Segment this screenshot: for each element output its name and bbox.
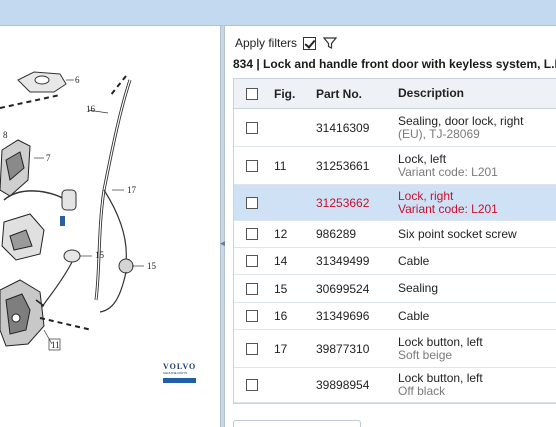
row-checkbox[interactable] xyxy=(246,121,258,134)
volvo-logo: VOLVO GENUINE PARTS xyxy=(163,363,199,393)
row-description-sub: Variant code: L201 xyxy=(398,164,498,179)
callout-15a: 15 xyxy=(95,250,105,260)
row-description: Lock, right Variant code: L201 xyxy=(394,188,556,216)
row-part-no[interactable]: 986289 xyxy=(312,227,394,241)
row-description-main: Cable xyxy=(398,308,430,323)
row-select[interactable] xyxy=(234,228,270,240)
row-checkbox[interactable] xyxy=(246,228,258,240)
row-description-main: Sealing xyxy=(398,281,439,295)
parts-table: Fig. Part No. Description 31416309 Sealin… xyxy=(233,78,556,404)
header-fig[interactable]: Fig. xyxy=(270,87,312,101)
apply-filters-checkbox[interactable] xyxy=(303,36,317,50)
callout-7: 7 xyxy=(46,153,51,163)
table-header: Fig. Part No. Description xyxy=(234,79,556,109)
row-fig: 15 xyxy=(274,281,288,296)
callout-16: 16 xyxy=(86,104,96,114)
row-checkbox[interactable] xyxy=(246,282,258,295)
row-fig: 17 xyxy=(274,341,288,356)
row-select[interactable] xyxy=(234,121,270,134)
row-select[interactable] xyxy=(234,196,270,209)
apply-filters-label: Apply filters xyxy=(235,36,298,50)
row-fig: 16 xyxy=(274,309,288,323)
row-select[interactable] xyxy=(234,379,270,391)
select-all-checkbox[interactable] xyxy=(246,87,258,100)
volvo-logo-bar xyxy=(163,378,196,383)
row-part-no[interactable]: 30699524 xyxy=(312,282,394,296)
row-checkbox[interactable] xyxy=(246,196,258,209)
row-fig: 12 xyxy=(274,227,288,241)
header-part-no[interactable]: Part No. xyxy=(312,87,394,101)
row-description: Sealing, door lock, right (EU), TJ-28069 xyxy=(394,113,556,141)
callout-6: 6 xyxy=(75,75,80,85)
table-row[interactable]: 14 31349499 Cable xyxy=(234,248,556,275)
table-row[interactable]: 11 31253661 Lock, left Variant code: L201 xyxy=(234,147,556,185)
group-title: 834 | Lock and handle front door with ke… xyxy=(233,57,556,71)
row-fig: 14 xyxy=(274,254,288,268)
row-description: Lock button, left Soft beige xyxy=(394,334,556,362)
table-row[interactable]: 31253662 Lock, right Variant code: L201 xyxy=(234,185,556,221)
row-select[interactable] xyxy=(234,342,270,355)
row-description-sub: Soft beige xyxy=(398,347,453,362)
row-description-main: Lock button, left xyxy=(398,334,483,349)
callout-11: 11 xyxy=(51,340,60,350)
row-description-sub: Off black xyxy=(398,384,446,398)
callout-8: 8 xyxy=(3,130,8,140)
row-checkbox[interactable] xyxy=(246,255,258,267)
row-description: Cable xyxy=(394,253,556,268)
table-row[interactable]: 39898954 Lock button, left Off black xyxy=(234,368,556,403)
row-select[interactable] xyxy=(234,282,270,295)
row-description: Sealing xyxy=(394,282,556,295)
table-row[interactable]: 16 31349696 Cable xyxy=(234,303,556,330)
row-part-no[interactable]: 31349499 xyxy=(312,254,394,268)
row-checkbox[interactable] xyxy=(246,342,258,355)
volvo-logo-subtext: GENUINE PARTS xyxy=(163,371,188,375)
parts-diagram[interactable]: 6 16 8 7 17 15 15 11 VOLVO GENUINE PARTS xyxy=(0,26,220,427)
volvo-logo-text: VOLVO xyxy=(163,362,197,371)
row-checkbox[interactable] xyxy=(246,379,258,391)
callout-15b: 15 xyxy=(147,261,157,271)
header-select-all[interactable] xyxy=(234,87,270,100)
row-part-no[interactable]: 31253662 xyxy=(312,196,394,210)
row-description-sub: Variant code: L201 xyxy=(398,201,498,216)
row-part-no[interactable]: 31253661 xyxy=(312,159,394,173)
row-description-main: Six point socket screw xyxy=(398,226,517,241)
row-part-no[interactable]: 31349696 xyxy=(312,309,394,323)
table-row[interactable]: 17 39877310 Lock button, left Soft beige xyxy=(234,330,556,368)
apply-filters-row: Apply filters xyxy=(235,34,338,52)
top-bar xyxy=(0,0,556,26)
parts-panel: Apply filters 834 | Lock and handle fron… xyxy=(225,26,556,427)
row-description: Lock button, left Off black xyxy=(394,372,556,398)
filter-funnel-icon[interactable] xyxy=(323,36,338,50)
row-description: Cable xyxy=(394,308,556,323)
row-description-main: Sealing, door lock, right xyxy=(398,113,524,128)
row-part-no[interactable]: 39877310 xyxy=(312,342,394,356)
row-description-main: Lock, left xyxy=(398,151,447,166)
row-select[interactable] xyxy=(234,159,270,172)
row-part-no[interactable]: 39898954 xyxy=(312,378,394,392)
row-select[interactable] xyxy=(234,255,270,267)
row-description-main: Cable xyxy=(398,253,430,268)
table-body: 31416309 Sealing, door lock, right (EU), T… xyxy=(234,109,556,403)
row-select[interactable] xyxy=(234,310,270,322)
row-checkbox[interactable] xyxy=(246,159,258,172)
header-description[interactable]: Description xyxy=(394,87,556,100)
row-fig: 11 xyxy=(274,158,287,173)
row-part-no[interactable]: 31416309 xyxy=(312,121,394,135)
row-description-main: Lock, right xyxy=(398,188,454,203)
row-description: Six point socket screw xyxy=(394,226,556,241)
table-row[interactable]: 15 30699524 Sealing xyxy=(234,275,556,303)
row-description-sub: (EU), TJ-28069 xyxy=(398,126,480,141)
table-row[interactable]: 12 986289 Six point socket screw xyxy=(234,221,556,248)
bottom-control[interactable] xyxy=(233,420,361,427)
row-description: Lock, left Variant code: L201 xyxy=(394,151,556,179)
row-checkbox[interactable] xyxy=(246,310,258,322)
callout-17: 17 xyxy=(127,185,137,195)
table-row[interactable]: 31416309 Sealing, door lock, right (EU), T… xyxy=(234,109,556,147)
